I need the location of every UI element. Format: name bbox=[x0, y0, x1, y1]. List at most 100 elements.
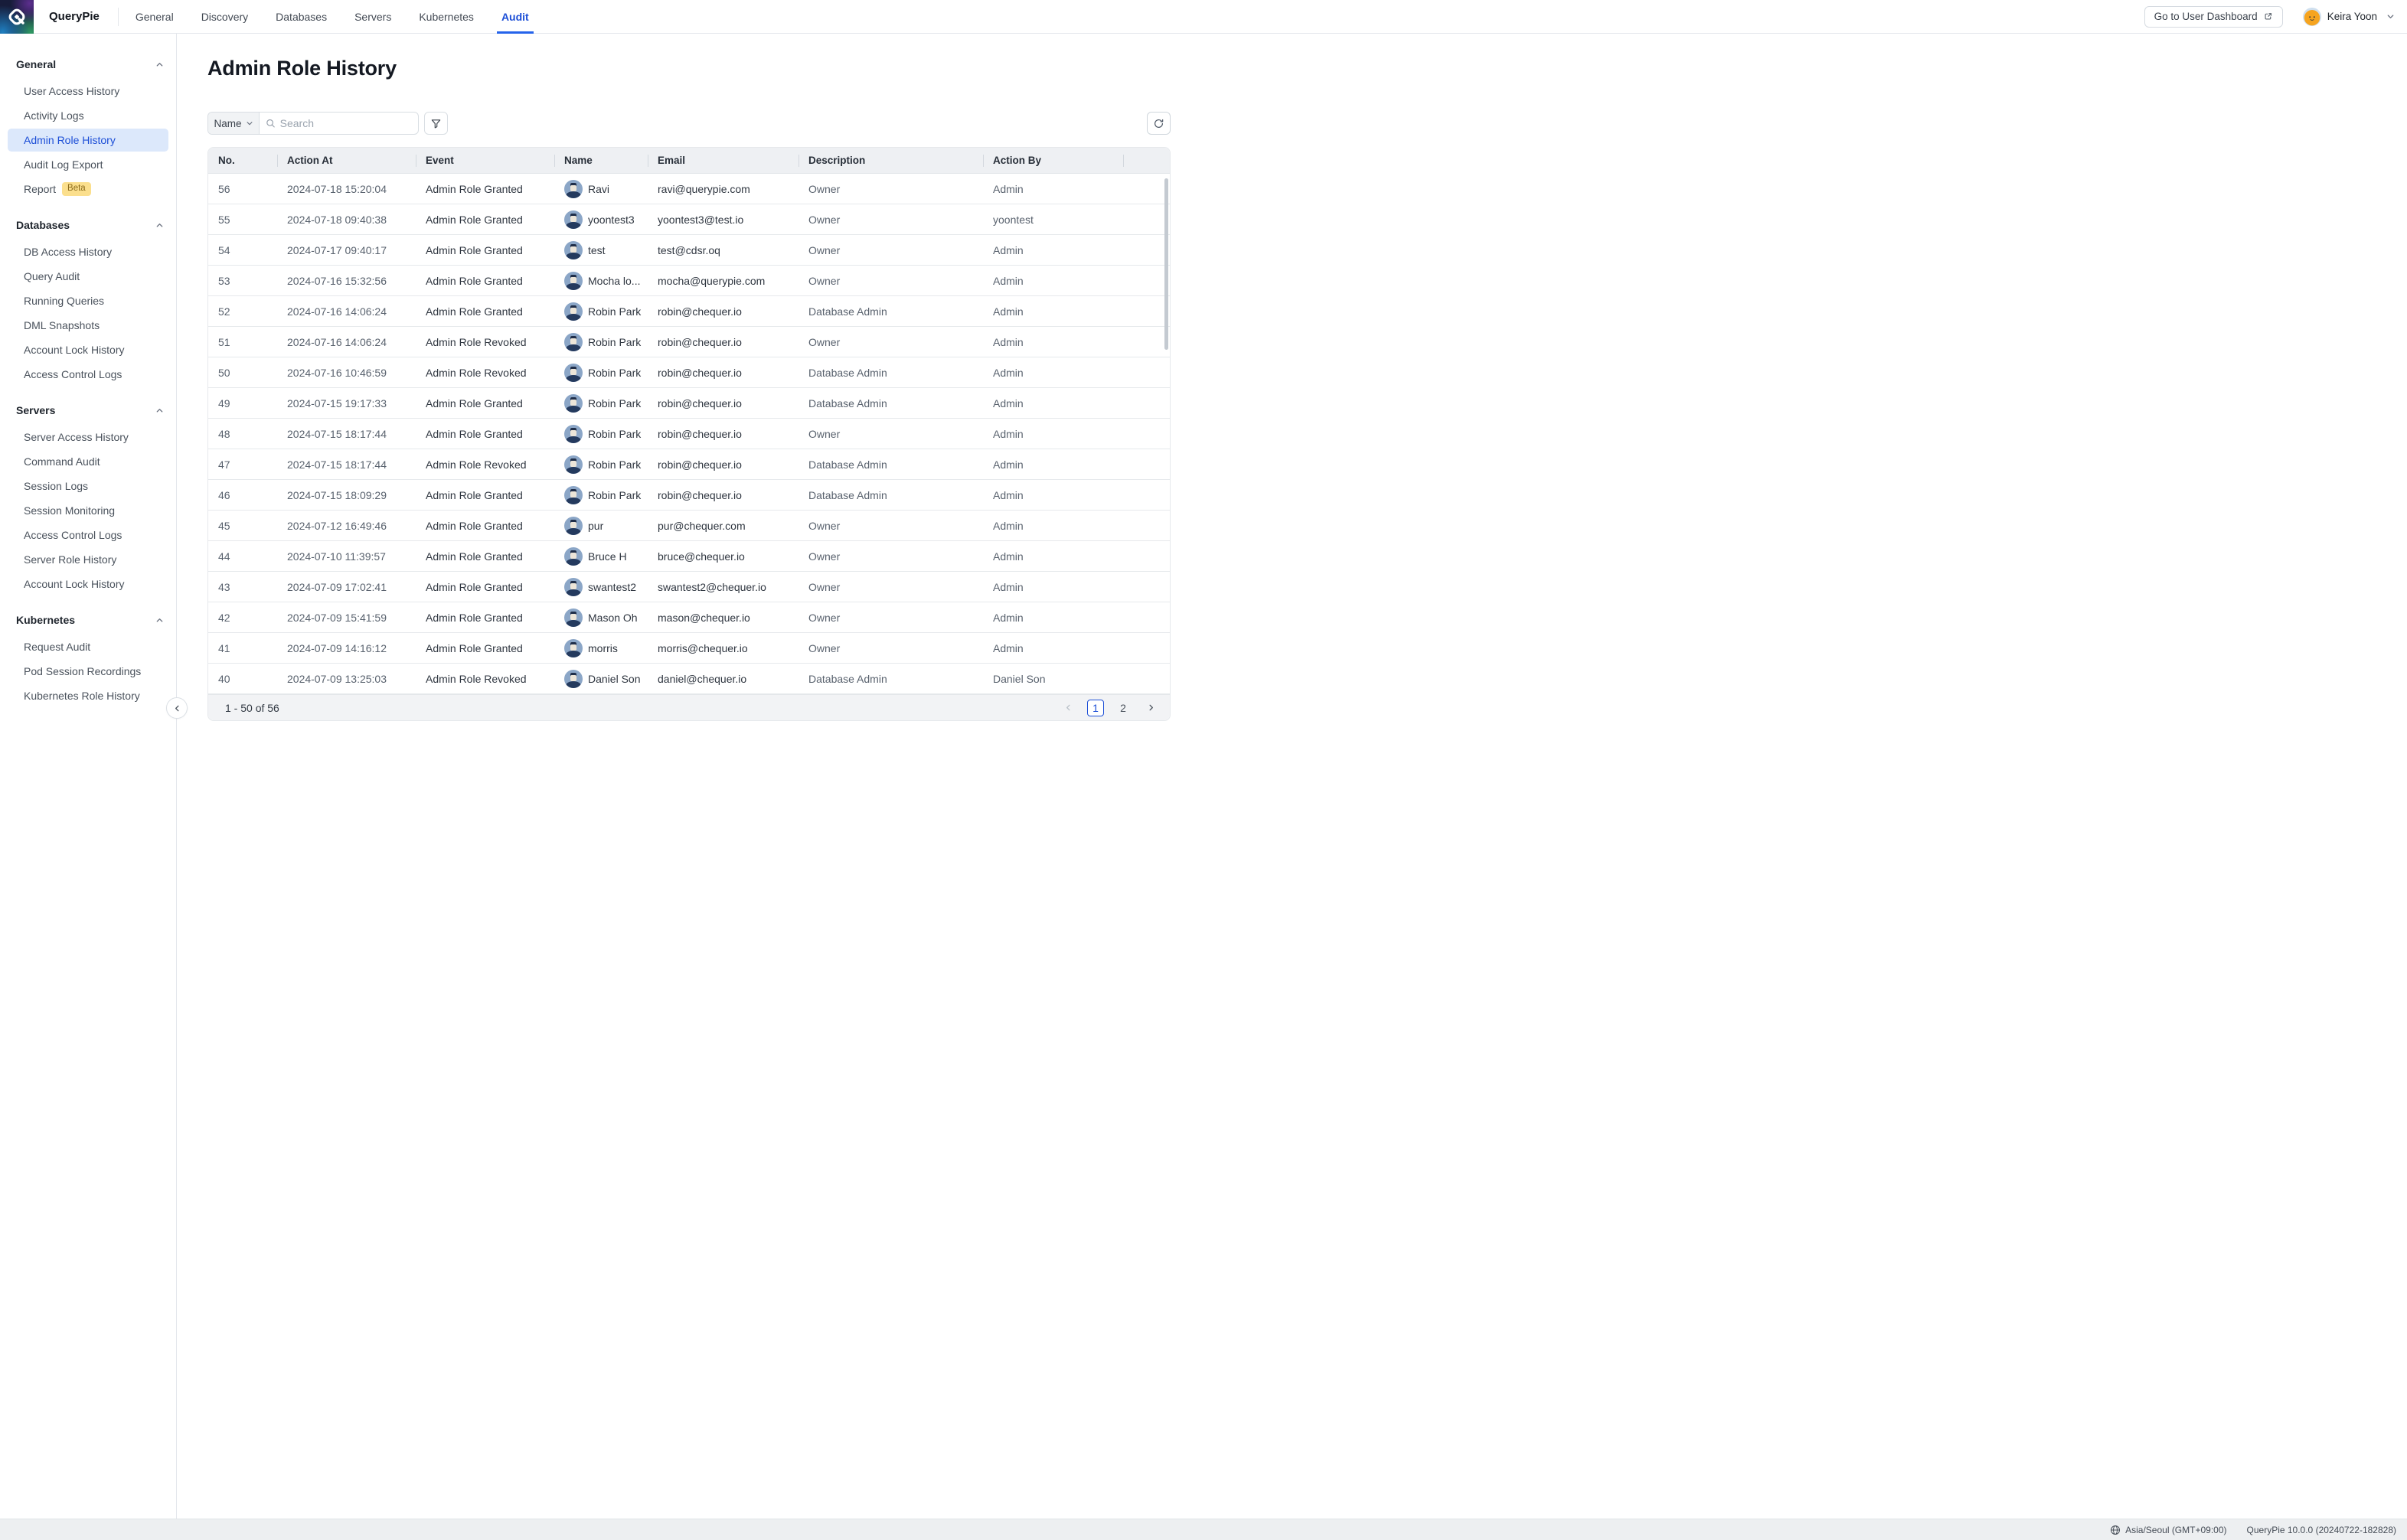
page-button-2[interactable]: 2 bbox=[1115, 700, 1132, 716]
sidebar-item-account-lock-history[interactable]: Account Lock History bbox=[8, 338, 168, 361]
sidebar-collapse-button[interactable] bbox=[166, 697, 188, 719]
cell-no: 47 bbox=[208, 449, 277, 479]
nav-tab-servers[interactable]: Servers bbox=[354, 0, 391, 34]
cell-event: Admin Role Granted bbox=[416, 572, 554, 602]
top-navigation-bar: QueryPie GeneralDiscoveryDatabasesServer… bbox=[0, 0, 2407, 34]
nav-tab-databases[interactable]: Databases bbox=[276, 0, 327, 34]
cell-extra bbox=[1123, 327, 1170, 357]
sidebar-item-account-lock-history[interactable]: Account Lock History bbox=[8, 573, 168, 595]
nav-tab-discovery[interactable]: Discovery bbox=[201, 0, 248, 34]
cell-description: Owner bbox=[799, 235, 983, 265]
cell-event: Admin Role Granted bbox=[416, 633, 554, 663]
user-menu[interactable]: Keira Yoon bbox=[2303, 8, 2395, 26]
column-header-description: Description bbox=[799, 148, 983, 173]
sidebar-item-session-logs[interactable]: Session Logs bbox=[8, 475, 168, 498]
sidebar-item-command-audit[interactable]: Command Audit bbox=[8, 450, 168, 473]
cell-event: Admin Role Granted bbox=[416, 174, 554, 204]
sidebar-item-query-audit[interactable]: Query Audit bbox=[8, 265, 168, 288]
cell-name: pur bbox=[554, 511, 648, 540]
main-nav: General Discovery Databases Servers Kubernet… bbox=[136, 0, 529, 34]
sidebar-section-databases[interactable]: Databases bbox=[8, 216, 168, 234]
sidebar-item-server-role-history[interactable]: Server Role History bbox=[8, 548, 168, 571]
cell-email: mason@chequer.io bbox=[648, 602, 799, 632]
cell-action-at: 2024-07-15 19:17:33 bbox=[277, 388, 416, 418]
version-text: QueryPie 10.0.0 (20240722-182828) bbox=[2247, 1525, 2396, 1535]
cell-action-by: Admin bbox=[983, 602, 1123, 632]
cell-action-at: 2024-07-16 15:32:56 bbox=[277, 266, 416, 295]
user-avatar bbox=[564, 364, 583, 382]
sidebar-item-kubernetes-role-history[interactable]: Kubernetes Role History bbox=[8, 684, 168, 707]
user-avatar bbox=[564, 210, 583, 229]
sidebar-item-label: Access Control Logs bbox=[24, 368, 122, 380]
sidebar-item-label: Access Control Logs bbox=[24, 529, 122, 541]
sidebar-item-audit-log-export[interactable]: Audit Log Export bbox=[8, 153, 168, 176]
cell-name: swantest2 bbox=[554, 572, 648, 602]
chevron-up-icon bbox=[155, 60, 164, 69]
column-header-no: No. bbox=[208, 148, 277, 173]
cell-extra bbox=[1123, 235, 1170, 265]
cell-no: 53 bbox=[208, 266, 277, 295]
refresh-button[interactable] bbox=[1147, 112, 1171, 135]
nav-tab-general[interactable]: General bbox=[136, 0, 174, 34]
table-row: 482024-07-15 18:17:44Admin Role GrantedR… bbox=[208, 419, 1170, 449]
sidebar-item-db-access-history[interactable]: DB Access History bbox=[8, 240, 168, 263]
cell-event: Admin Role Granted bbox=[416, 480, 554, 510]
querypie-logo[interactable] bbox=[0, 0, 34, 34]
go-to-user-dashboard-button[interactable]: Go to User Dashboard bbox=[2144, 6, 2283, 28]
sidebar-item-server-access-history[interactable]: Server Access History bbox=[8, 426, 168, 449]
cell-extra bbox=[1123, 174, 1170, 204]
sidebar-item-session-monitoring[interactable]: Session Monitoring bbox=[8, 499, 168, 522]
table-footer: 1 - 50 of 56 12 bbox=[208, 694, 1170, 720]
sidebar-item-access-control-logs[interactable]: Access Control Logs bbox=[8, 524, 168, 547]
sidebar-item-label: User Access History bbox=[24, 85, 119, 97]
column-header-blank bbox=[1123, 148, 1170, 173]
sidebar-section-general[interactable]: General bbox=[8, 55, 168, 73]
sidebar-item-dml-snapshots[interactable]: DML Snapshots bbox=[8, 314, 168, 337]
user-avatar bbox=[564, 241, 583, 259]
sidebar-section-servers[interactable]: Servers bbox=[8, 401, 168, 419]
cell-name: test bbox=[554, 235, 648, 265]
sidebar-item-request-audit[interactable]: Request Audit bbox=[8, 635, 168, 658]
filter-button[interactable] bbox=[424, 112, 448, 135]
page-title: Admin Role History bbox=[207, 57, 397, 80]
cell-no: 40 bbox=[208, 664, 277, 693]
cell-name: morris bbox=[554, 633, 648, 663]
sidebar-item-activity-logs[interactable]: Activity Logs bbox=[8, 104, 168, 127]
cell-no: 41 bbox=[208, 633, 277, 663]
vertical-scrollbar[interactable] bbox=[1164, 178, 1168, 350]
search-field-selector[interactable]: Name bbox=[208, 113, 260, 134]
table-header-row: No.Action AtEventNameEmailDescriptionAct… bbox=[208, 148, 1170, 174]
user-name-text: test bbox=[588, 244, 606, 256]
cell-extra bbox=[1123, 357, 1170, 387]
cell-extra bbox=[1123, 511, 1170, 540]
cell-action-at: 2024-07-15 18:17:44 bbox=[277, 419, 416, 449]
next-page-button[interactable] bbox=[1142, 700, 1159, 716]
search-icon bbox=[266, 118, 276, 129]
sidebar-section-title: Kubernetes bbox=[16, 614, 75, 626]
cell-extra bbox=[1123, 296, 1170, 326]
user-name-text: Bruce H bbox=[588, 550, 627, 563]
sidebar-item-pod-session-recordings[interactable]: Pod Session Recordings bbox=[8, 660, 168, 683]
nav-tab-kubernetes[interactable]: Kubernetes bbox=[419, 0, 474, 34]
sidebar-section-kubernetes[interactable]: Kubernetes bbox=[8, 611, 168, 629]
cell-action-by: Admin bbox=[983, 511, 1123, 540]
table-row: 562024-07-18 15:20:04Admin Role GrantedR… bbox=[208, 174, 1170, 204]
previous-page-button[interactable] bbox=[1060, 700, 1076, 716]
sidebar-item-admin-role-history[interactable]: Admin Role History bbox=[8, 129, 168, 152]
topbar-divider bbox=[118, 8, 119, 26]
cell-event: Admin Role Granted bbox=[416, 235, 554, 265]
cell-email: daniel@chequer.io bbox=[648, 664, 799, 693]
sidebar-item-access-control-logs[interactable]: Access Control Logs bbox=[8, 363, 168, 386]
globe-icon bbox=[2110, 1525, 2121, 1535]
sidebar-item-running-queries[interactable]: Running Queries bbox=[8, 289, 168, 312]
page-button-1[interactable]: 1 bbox=[1087, 700, 1104, 716]
sidebar-item-report[interactable]: ReportBeta bbox=[8, 178, 168, 201]
sidebar-item-user-access-history[interactable]: User Access History bbox=[8, 80, 168, 103]
user-avatar bbox=[564, 639, 583, 657]
table-row: 522024-07-16 14:06:24Admin Role GrantedR… bbox=[208, 296, 1170, 327]
user-avatar bbox=[564, 608, 583, 627]
cell-action-at: 2024-07-16 14:06:24 bbox=[277, 296, 416, 326]
table-row: 472024-07-15 18:17:44Admin Role RevokedR… bbox=[208, 449, 1170, 480]
search-input[interactable] bbox=[280, 117, 412, 129]
nav-tab-audit[interactable]: Audit bbox=[501, 0, 529, 34]
